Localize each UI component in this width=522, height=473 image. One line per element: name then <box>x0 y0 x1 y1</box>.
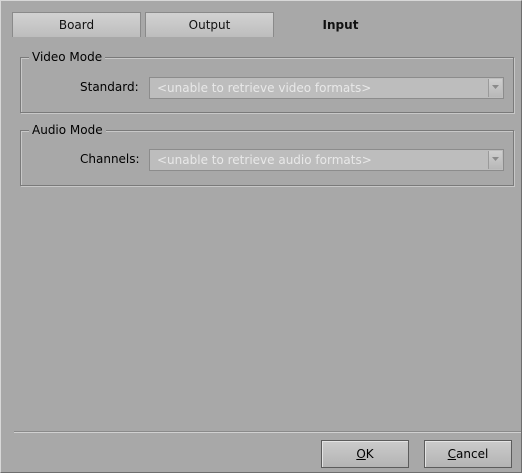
tab-output[interactable]: Output <box>145 12 274 37</box>
tab-bar: Board Output Input <box>0 0 522 40</box>
cancel-button[interactable]: Cancel <box>424 440 512 468</box>
settings-dialog: Board Output Input Video Mode Standard: … <box>0 0 522 473</box>
chevron-down-icon[interactable] <box>488 151 502 169</box>
standard-select[interactable]: <unable to retrieve video formats> <box>149 77 504 99</box>
audio-mode-group: Audio Mode Channels: <unable to retrieve… <box>20 122 514 186</box>
channels-label: Channels: <box>80 152 140 166</box>
tab-board[interactable]: Board <box>12 12 141 37</box>
channels-select[interactable]: <unable to retrieve audio formats> <box>149 149 504 171</box>
channels-select-value: <unable to retrieve audio formats> <box>157 153 372 167</box>
tab-input[interactable]: Input <box>276 12 405 37</box>
ok-mnemonic: O <box>356 447 366 461</box>
video-mode-group: Video Mode Standard: <unable to retrieve… <box>20 49 514 113</box>
standard-label: Standard: <box>80 80 139 94</box>
cancel-label-rest: ancel <box>456 447 489 461</box>
ok-label-rest: K <box>365 447 374 461</box>
ok-button[interactable]: OK <box>321 440 409 468</box>
video-mode-title: Video Mode <box>29 49 106 65</box>
audio-mode-title: Audio Mode <box>29 122 106 138</box>
footer-separator <box>14 431 522 433</box>
cancel-mnemonic: C <box>447 447 457 461</box>
standard-select-value: <unable to retrieve video formats> <box>157 81 372 95</box>
chevron-down-icon[interactable] <box>488 79 502 97</box>
